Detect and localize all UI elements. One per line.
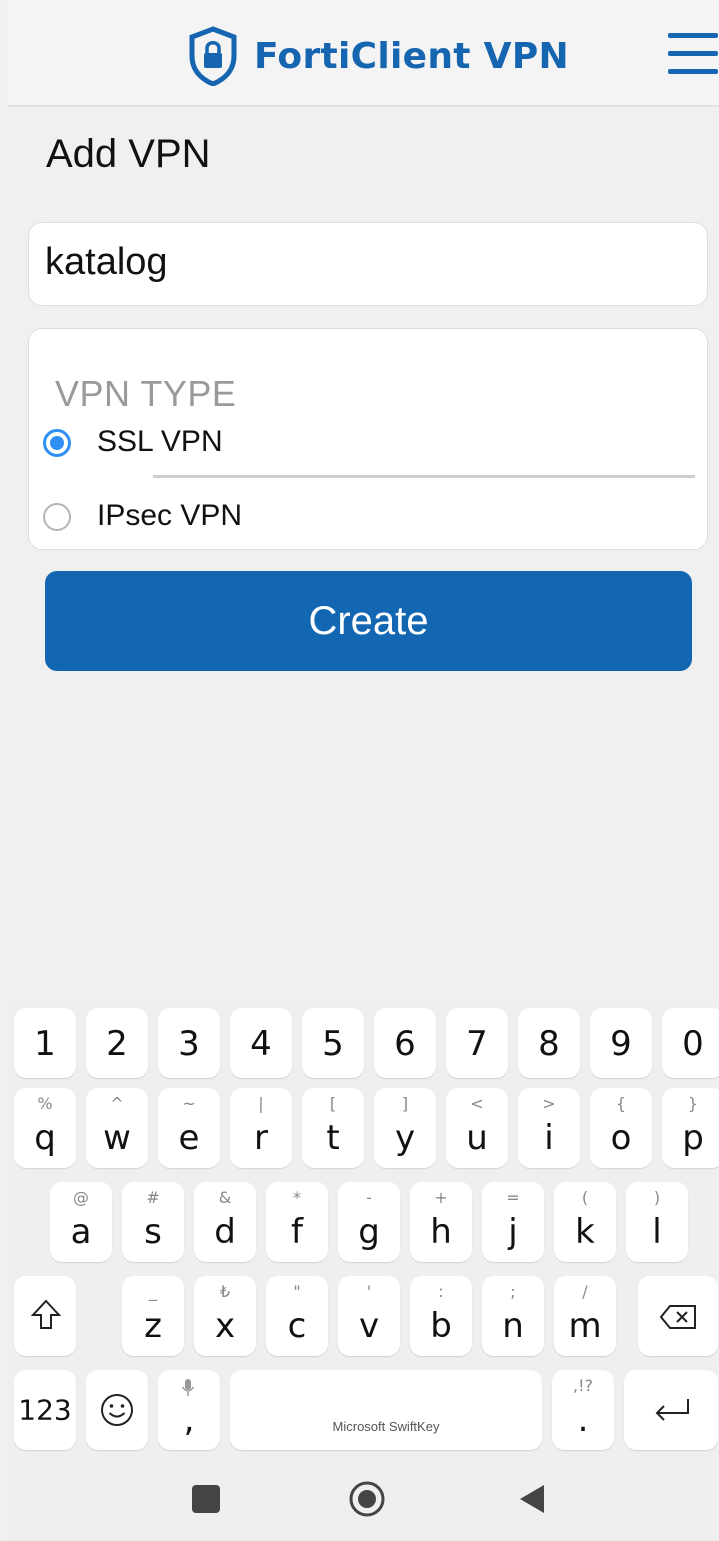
key-0[interactable]: 0 bbox=[662, 1008, 719, 1078]
key-d[interactable]: & d bbox=[194, 1182, 256, 1262]
key-m[interactable]: / m bbox=[554, 1276, 616, 1356]
app-title: FortiClient VPN bbox=[254, 36, 569, 77]
key-r[interactable]: | r bbox=[230, 1088, 292, 1168]
home-icon[interactable] bbox=[348, 1480, 386, 1518]
create-button[interactable]: Create bbox=[45, 571, 692, 671]
space-key[interactable]: Microsoft SwiftKey bbox=[230, 1370, 542, 1450]
key-h[interactable]: + h bbox=[410, 1182, 472, 1262]
key-e[interactable]: ~ e bbox=[158, 1088, 220, 1168]
forticlient-shield-icon bbox=[189, 26, 237, 86]
system-navigation-bar bbox=[8, 1460, 719, 1541]
key-3[interactable]: 3 bbox=[158, 1008, 220, 1078]
backspace-key[interactable] bbox=[638, 1276, 718, 1356]
vpn-type-label: VPN TYPE bbox=[55, 373, 237, 414]
enter-arrow-icon bbox=[655, 1399, 689, 1421]
key-k[interactable]: (k bbox=[554, 1182, 616, 1262]
back-icon[interactable] bbox=[518, 1483, 546, 1515]
ssl-vpn-option[interactable]: SSL VPN bbox=[43, 425, 263, 465]
key-b[interactable]: :b bbox=[410, 1276, 472, 1356]
vpn-name-input[interactable] bbox=[45, 241, 665, 284]
key-5[interactable]: 5 bbox=[302, 1008, 364, 1078]
key-o[interactable]: {o bbox=[590, 1088, 652, 1168]
key-a[interactable]: @ a bbox=[50, 1182, 112, 1262]
backspace-icon bbox=[660, 1305, 696, 1329]
key-t[interactable]: [t bbox=[302, 1088, 364, 1168]
key-j[interactable]: = j bbox=[482, 1182, 544, 1262]
key-v[interactable]: ' v bbox=[338, 1276, 400, 1356]
vpn-type-card: VPN TYPE SSL VPN IPsec VPN bbox=[28, 328, 708, 550]
comma-key[interactable]: , bbox=[158, 1370, 220, 1450]
ssl-vpn-label: SSL VPN bbox=[97, 425, 223, 458]
key-s[interactable]: # s bbox=[122, 1182, 184, 1262]
microphone-icon bbox=[181, 1379, 195, 1396]
key-g[interactable]: -g bbox=[338, 1182, 400, 1262]
numbers-key[interactable]: 123 bbox=[14, 1370, 76, 1450]
key-n[interactable]: ; n bbox=[482, 1276, 544, 1356]
recent-apps-icon[interactable] bbox=[192, 1485, 220, 1513]
key-9[interactable]: 9 bbox=[590, 1008, 652, 1078]
shift-key[interactable] bbox=[14, 1276, 76, 1356]
period-key[interactable]: ,!? . bbox=[552, 1370, 614, 1450]
hamburger-menu-icon[interactable] bbox=[668, 33, 718, 75]
key-x[interactable]: ₺ x bbox=[194, 1276, 256, 1356]
option-divider bbox=[153, 475, 695, 478]
vpn-name-field[interactable] bbox=[28, 222, 708, 306]
key-y[interactable]: ] y bbox=[374, 1088, 436, 1168]
key-p[interactable]: } p bbox=[662, 1088, 719, 1168]
key-6[interactable]: 6 bbox=[374, 1008, 436, 1078]
key-1[interactable]: 1 bbox=[14, 1008, 76, 1078]
key-4[interactable]: 4 bbox=[230, 1008, 292, 1078]
key-l[interactable]: ) l bbox=[626, 1182, 688, 1262]
key-2[interactable]: 2 bbox=[86, 1008, 148, 1078]
app-header: FortiClient VPN bbox=[8, 0, 719, 107]
key-z[interactable]: _ z bbox=[122, 1276, 184, 1356]
ipsec-vpn-radio[interactable] bbox=[43, 503, 71, 531]
ssl-vpn-radio[interactable] bbox=[43, 429, 71, 457]
key-q[interactable]: % q bbox=[14, 1088, 76, 1168]
enter-key[interactable] bbox=[624, 1370, 718, 1450]
key-i[interactable]: > i bbox=[518, 1088, 580, 1168]
key-f[interactable]: * f bbox=[266, 1182, 328, 1262]
emoji-key[interactable] bbox=[86, 1370, 148, 1450]
swiftkey-brand-label: Microsoft SwiftKey bbox=[332, 1419, 440, 1434]
onscreen-keyboard: 123 , Microsoft SwiftKey ,!? . 123456789… bbox=[8, 1000, 719, 1460]
key-c[interactable]: " c bbox=[266, 1276, 328, 1356]
key-w[interactable]: ^ w bbox=[86, 1088, 148, 1168]
ipsec-vpn-option[interactable]: IPsec VPN bbox=[43, 499, 303, 539]
shift-arrow-icon bbox=[30, 1299, 62, 1329]
smiley-icon bbox=[101, 1394, 133, 1426]
key-8[interactable]: 8 bbox=[518, 1008, 580, 1078]
key-7[interactable]: 7 bbox=[446, 1008, 508, 1078]
page-title: Add VPN bbox=[46, 132, 211, 176]
key-u[interactable]: < u bbox=[446, 1088, 508, 1168]
ipsec-vpn-label: IPsec VPN bbox=[97, 499, 243, 532]
